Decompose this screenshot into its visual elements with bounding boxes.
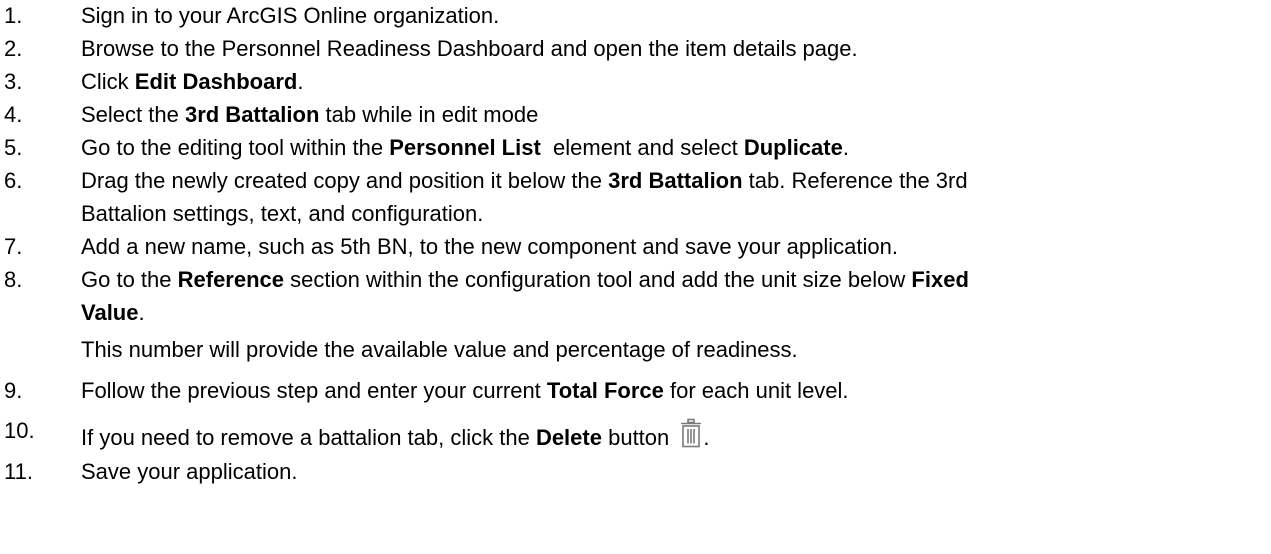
- step-text: Sign in to your ArcGIS Online organizati…: [81, 3, 500, 28]
- ui-term: Edit Dashboard: [134, 69, 298, 94]
- step-number: 11.: [4, 459, 33, 484]
- step-number: 7.: [4, 234, 23, 259]
- step-text: Drag the newly created copy and position…: [81, 168, 968, 226]
- step-text: Go to the editing tool within the Person…: [81, 135, 849, 160]
- step-number: 2.: [4, 36, 23, 61]
- step-number: 10.: [4, 418, 35, 443]
- trash-icon: [679, 418, 703, 454]
- ui-term: Personnel List: [389, 135, 541, 160]
- ui-term: Delete: [535, 425, 602, 450]
- ui-term: Reference: [177, 267, 285, 292]
- step-number: 3.: [4, 69, 23, 94]
- step-number: 8.: [4, 267, 23, 292]
- step-number: 9.: [4, 378, 23, 403]
- step-number: 6.: [4, 168, 23, 193]
- ui-term: Value: [81, 300, 139, 325]
- step-text: If you need to remove a battalion tab, c…: [81, 418, 1261, 454]
- ui-term: Total Force: [546, 378, 664, 403]
- step-text: Follow the previous step and enter your …: [81, 378, 849, 403]
- step-text: Save your application.: [81, 459, 298, 484]
- ui-term: 3rd Battalion: [184, 102, 320, 127]
- step-text: Select the 3rd Battalion tab while in ed…: [81, 102, 539, 127]
- step-text: Click Edit Dashboard.: [81, 69, 304, 94]
- step-number: 4.: [4, 102, 23, 127]
- step-number: 5.: [4, 135, 23, 160]
- step-note: This number will provide the available v…: [81, 337, 798, 362]
- ui-term: Duplicate: [743, 135, 843, 160]
- step-text: Add a new name, such as 5th BN, to the n…: [81, 234, 898, 259]
- instruction-list: 1. Sign in to your ArcGIS Online organiz…: [0, 0, 1271, 554]
- step-text: Go to the Reference section within the c…: [81, 267, 969, 325]
- step-text: Browse to the Personnel Readiness Dashbo…: [81, 36, 858, 61]
- ui-term: Fixed: [911, 267, 969, 292]
- step-number: 1.: [4, 3, 23, 28]
- ui-term: 3rd Battalion: [608, 168, 743, 193]
